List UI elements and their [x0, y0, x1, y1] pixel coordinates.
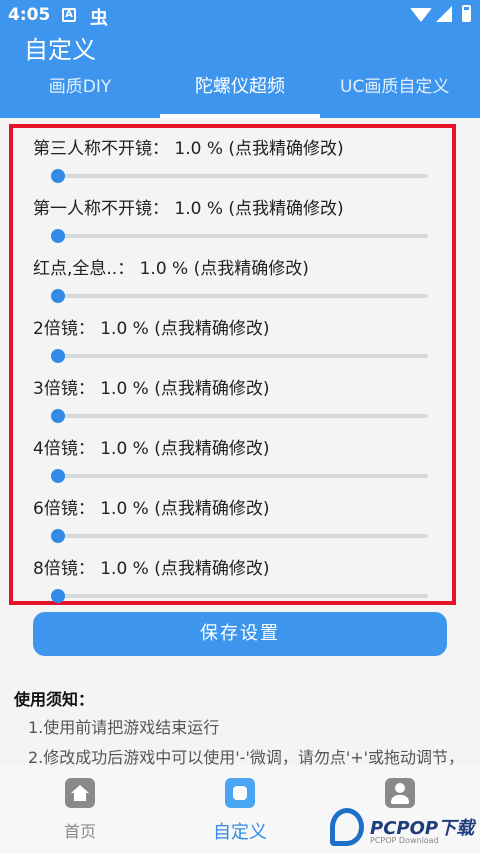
- battery-icon: [462, 5, 471, 22]
- setting-slider[interactable]: [50, 529, 428, 543]
- setting-slider[interactable]: [50, 589, 428, 603]
- setting-label[interactable]: 第三人称不开镜： 1.0 % (点我精确修改): [33, 134, 344, 159]
- setting-label[interactable]: 6倍镜： 1.0 % (点我精确修改): [33, 494, 269, 519]
- tab-indicator: [160, 114, 320, 118]
- sensitivity-settings-panel: 第三人称不开镜： 1.0 % (点我精确修改) 第一人称不开镜： 1.0 % (…: [9, 124, 456, 605]
- notes-title: 使用须知：: [14, 690, 95, 709]
- status-bar: 4:05 A 虫: [0, 0, 480, 30]
- setting-label[interactable]: 4倍镜： 1.0 % (点我精确修改): [33, 434, 269, 459]
- nav-profile[interactable]: [320, 778, 480, 808]
- setting-slider[interactable]: [50, 289, 428, 303]
- nav-label: 自定义: [213, 822, 267, 843]
- slider-thumb[interactable]: [50, 349, 65, 363]
- slider-thumb[interactable]: [50, 409, 65, 423]
- tab-uc-quality[interactable]: UC画质自定义: [320, 66, 480, 118]
- slider-thumb[interactable]: [50, 469, 65, 483]
- tab-bar: 画质DIY 陀螺仪超频 UC画质自定义: [0, 66, 480, 118]
- watermark-logo: PCPOP下载 PCPOP Download: [330, 806, 480, 850]
- slider-thumb[interactable]: [50, 229, 65, 243]
- page-title: 自定义: [24, 36, 96, 64]
- profile-icon: [385, 778, 415, 808]
- setting-label[interactable]: 红点,全息..： 1.0 % (点我精确修改): [33, 254, 309, 279]
- slider-thumb[interactable]: [50, 589, 65, 603]
- slider-thumb[interactable]: [50, 289, 65, 303]
- setting-slider[interactable]: [50, 169, 428, 183]
- slider-thumb[interactable]: [50, 529, 65, 543]
- watermark-icon: [330, 808, 364, 846]
- custom-icon: [225, 778, 255, 808]
- setting-label[interactable]: 8倍镜： 1.0 % (点我精确修改): [33, 554, 269, 579]
- setting-label[interactable]: 第一人称不开镜： 1.0 % (点我精确修改): [33, 194, 344, 219]
- setting-slider[interactable]: [50, 349, 428, 363]
- setting-slider[interactable]: [50, 229, 428, 243]
- save-settings-button[interactable]: 保存设置: [33, 612, 447, 656]
- signal-icon: [436, 6, 452, 22]
- wifi-icon: [410, 8, 432, 22]
- home-icon: [65, 778, 95, 808]
- bug-icon: 虫: [90, 8, 108, 29]
- setting-slider[interactable]: [50, 469, 428, 483]
- slider-thumb[interactable]: [50, 169, 65, 183]
- tab-quality-diy[interactable]: 画质DIY: [0, 66, 160, 118]
- setting-slider[interactable]: [50, 409, 428, 423]
- app-bar: 4:05 A 虫 自定义 画质DIY 陀螺仪超频 UC画质自定义: [0, 0, 480, 118]
- status-time: 4:05: [8, 5, 51, 25]
- nav-label: 首页: [63, 822, 96, 841]
- note-item: 1.使用前请把游戏结束运行: [28, 718, 220, 737]
- notification-a-icon: A: [62, 8, 76, 22]
- setting-label[interactable]: 2倍镜： 1.0 % (点我精确修改): [33, 314, 269, 339]
- nav-custom[interactable]: 自定义: [160, 778, 320, 844]
- nav-home[interactable]: 首页: [0, 778, 160, 842]
- setting-label[interactable]: 3倍镜： 1.0 % (点我精确修改): [33, 374, 269, 399]
- watermark-subtext: PCPOP Download: [370, 836, 439, 845]
- tab-gyro-overclock[interactable]: 陀螺仪超频: [160, 66, 320, 118]
